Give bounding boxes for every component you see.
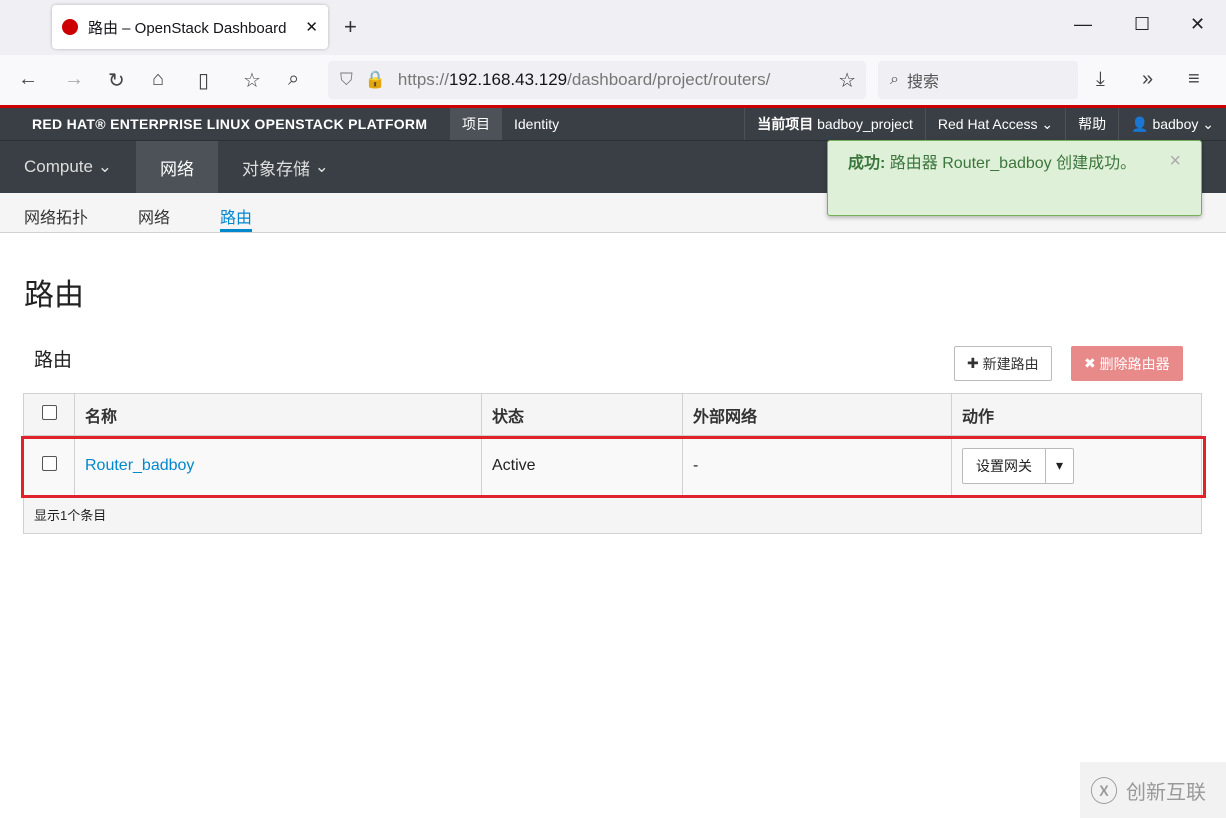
redhat-favicon-icon — [62, 19, 78, 35]
search-input[interactable]: ⌕ 搜索 — [878, 61, 1078, 99]
overflow-icon[interactable]: » — [1142, 68, 1153, 91]
project-selector[interactable]: 当前项目 badboy_project — [744, 108, 925, 140]
brand-logo: RED HAT® ENTERPRISE LINUX OPENSTACK PLAT… — [32, 116, 428, 132]
maximize-icon[interactable]: ☐ — [1134, 14, 1150, 35]
user-icon: 👤 — [1131, 115, 1149, 132]
forward-icon[interactable]: → — [64, 68, 84, 91]
header-name[interactable]: 名称 — [74, 393, 482, 436]
success-toast: 成功: 路由器 Router_badboy 创建成功。 × — [827, 140, 1202, 216]
menu-object-storage[interactable]: 对象存储 ⌄ — [218, 141, 353, 193]
menu-icon[interactable]: ≡ — [1188, 68, 1200, 91]
menu-label: Compute — [24, 157, 93, 176]
table-footer: 显示1个条目 — [23, 495, 1202, 534]
home-icon[interactable]: ⌂ — [152, 68, 164, 91]
lock-icon: 🔒 — [364, 70, 386, 89]
toast-message: 路由器 Router_badboy 创建成功。 — [889, 155, 1137, 172]
url-bar[interactable]: ⛉ 🔒 https://192.168.43.129/dashboard/proje… — [328, 61, 866, 99]
page-title: 路由 — [24, 279, 84, 312]
toast-label: 成功: — [848, 155, 886, 172]
watermark-text: 创新互联 — [1126, 781, 1207, 804]
menu-network[interactable]: 网络 — [135, 141, 218, 193]
url-prefix: https:// — [397, 70, 449, 89]
browser-tabbar: 路由 – OpenStack Dashboard ✕ + — ☐ ✕ — [0, 0, 1226, 55]
close-icon[interactable]: × — [1169, 149, 1181, 173]
user-menu[interactable]: 👤 badboy ⌄ — [1118, 108, 1226, 140]
menu-compute[interactable]: Compute ⌄ — [0, 141, 136, 193]
shield-icon: ⛉ — [340, 70, 353, 89]
url-host: 192.168.43.129 — [448, 70, 568, 89]
delete-label: 删除路由器 — [1099, 355, 1170, 372]
tab-title: 路由 – OpenStack Dashboard — [88, 19, 287, 37]
url-path: /dashboard/project/routers/ — [567, 70, 771, 89]
download-icon[interactable]: ⤓ — [1096, 68, 1105, 91]
project-label: 当前项目 — [757, 116, 814, 132]
close-window-icon[interactable]: ✕ — [1190, 14, 1205, 35]
tab-identity[interactable]: Identity — [502, 108, 571, 140]
header-external-network[interactable]: 外部网络 — [682, 393, 952, 436]
search-icon: ⌕ — [890, 71, 899, 88]
subnav-routers[interactable]: 路由 — [220, 193, 253, 232]
subnav-topology[interactable]: 网络拓扑 — [24, 193, 88, 232]
create-label: 新建路由 — [982, 355, 1039, 372]
watermark-logo: ⓧ 创新互联 — [1080, 762, 1226, 818]
header-actions: 动作 — [951, 393, 1202, 436]
menu-label: 对象存储 — [241, 159, 310, 179]
highlight-box — [21, 436, 1206, 498]
watermark-icon: ⓧ — [1090, 776, 1119, 807]
close-tab-icon[interactable]: ✕ — [305, 18, 318, 36]
red-hat-access-menu[interactable]: Red Hat Access ⌄ — [924, 108, 1065, 140]
access-label: Red Hat Access — [937, 116, 1038, 132]
star-icon[interactable]: ☆ — [838, 68, 856, 93]
tab-project[interactable]: 项目 — [450, 108, 502, 140]
browser-navbar: ← → ↻ ⌂ ▯ ☆ ⌕ ⛉ 🔒 https://192.168.43.129/d… — [0, 55, 1226, 105]
search-icon[interactable]: ⌕ — [288, 68, 299, 91]
help-link[interactable]: 帮助 — [1065, 108, 1118, 140]
user-name: badboy — [1152, 116, 1199, 132]
browser-tab[interactable]: 路由 – OpenStack Dashboard ✕ — [52, 5, 328, 49]
new-tab-icon[interactable]: + — [344, 14, 357, 40]
header-status[interactable]: 状态 — [481, 393, 683, 436]
delete-router-button[interactable]: ✖ 删除路由器 — [1071, 346, 1183, 381]
reload-icon[interactable]: ↻ — [108, 68, 125, 93]
minimize-icon[interactable]: — — [1074, 14, 1092, 35]
create-router-button[interactable]: ✚ 新建路由 — [954, 346, 1052, 381]
table-title: 路由 — [34, 350, 73, 371]
subnav-networks[interactable]: 网络 — [138, 193, 170, 232]
search-placeholder: 搜索 — [906, 74, 939, 91]
select-all-checkbox[interactable] — [41, 404, 57, 420]
reader-icon[interactable]: ▯ — [198, 68, 209, 93]
back-icon[interactable]: ← — [18, 68, 38, 91]
top-bar: RED HAT® ENTERPRISE LINUX OPENSTACK PLAT… — [0, 108, 1226, 140]
bookmark-icon[interactable]: ☆ — [243, 68, 261, 93]
project-name: badboy_project — [817, 116, 913, 132]
